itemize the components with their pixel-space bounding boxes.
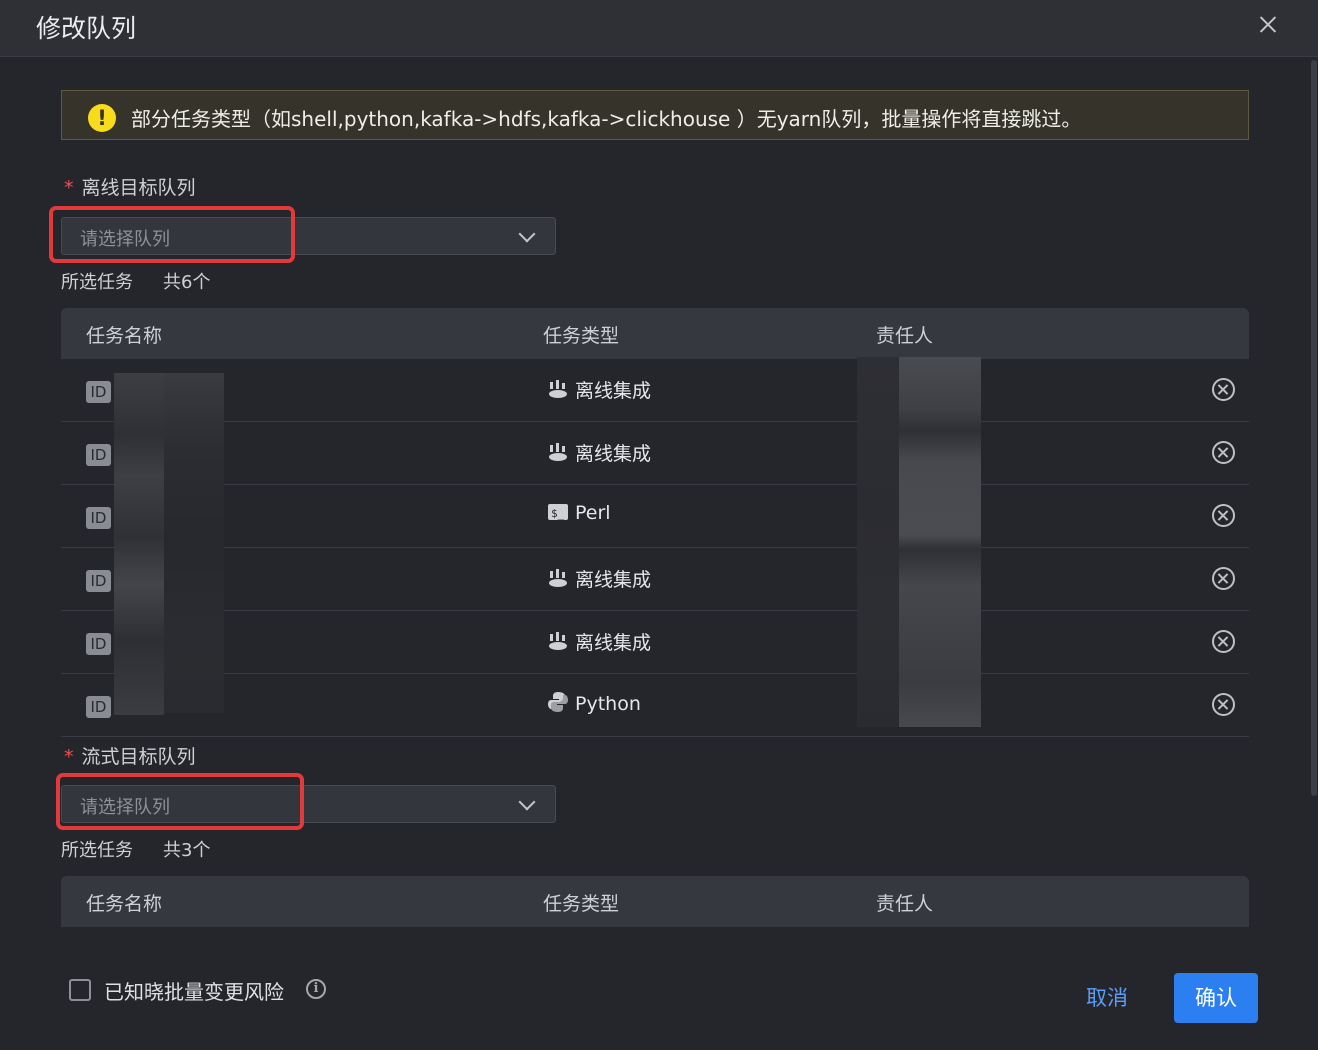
id-badge: ID: [86, 633, 111, 655]
table-row: ID 离线集成: [61, 422, 1249, 485]
warning-alert: ! 部分任务类型（如shell,python,kafka->hdfs,kafka…: [61, 90, 1249, 140]
offline-integration-icon: [549, 632, 567, 650]
task-type: 离线集成: [547, 565, 651, 592]
offline-queue-select[interactable]: 请选择队列: [61, 217, 556, 255]
alert-text: 部分任务类型（如shell,python,kafka->hdfs,kafka->…: [131, 107, 1082, 131]
remove-icon[interactable]: [1212, 378, 1235, 401]
remove-icon[interactable]: [1212, 693, 1235, 716]
dialog-header: 修改队列: [0, 0, 1318, 57]
id-badge: ID: [86, 444, 111, 466]
task-type: 离线集成: [547, 376, 651, 403]
required-mark: *: [64, 177, 74, 199]
column-task-type: 任务类型: [543, 325, 620, 347]
id-badge: ID: [86, 696, 111, 718]
warning-icon: !: [88, 104, 116, 132]
offline-integration-icon: [549, 569, 567, 587]
confirm-button[interactable]: 确认: [1174, 973, 1258, 1023]
streaming-queue-label: * 流式目标队列: [64, 746, 196, 768]
svg-text:$_: $_: [551, 507, 565, 520]
task-type: Python: [547, 691, 641, 715]
streaming-queue-placeholder: 请选择队列: [80, 797, 170, 818]
remove-icon[interactable]: [1212, 504, 1235, 527]
column-task-name: 任务名称: [86, 325, 163, 347]
task-type: 离线集成: [547, 628, 651, 655]
redacted-owners: [899, 357, 981, 727]
streaming-table-header: 任务名称 任务类型 责任人: [61, 876, 1249, 927]
column-owner: 责任人: [876, 893, 934, 915]
column-task-name: 任务名称: [86, 893, 163, 915]
offline-integration-icon: [549, 443, 567, 461]
table-row: ID $_ Perl: [61, 485, 1249, 548]
cancel-button[interactable]: 取消: [1070, 973, 1144, 1023]
streaming-queue-select[interactable]: 请选择队列: [61, 785, 556, 823]
redacted-task-names: [114, 373, 164, 715]
id-badge: ID: [86, 507, 111, 529]
redacted-owners: [857, 357, 899, 727]
chevron-down-icon: [518, 793, 536, 811]
table-row: ID 离线集成: [61, 611, 1249, 674]
info-icon[interactable]: i: [306, 979, 326, 999]
python-icon: [548, 692, 568, 712]
offline-queue-label: * 离线目标队列: [64, 177, 196, 199]
risk-ack-label: 已知晓批量变更风险: [104, 980, 284, 1004]
offline-integration-icon: [549, 380, 567, 398]
risk-ack-checkbox[interactable]: [69, 979, 91, 1001]
close-icon[interactable]: [1254, 11, 1282, 39]
remove-icon[interactable]: [1212, 441, 1235, 464]
required-mark: *: [64, 746, 74, 768]
table-row: ID 离线集成: [61, 548, 1249, 611]
column-owner: 责任人: [876, 325, 934, 347]
table-row: ID 离线集成: [61, 359, 1249, 422]
task-type: 离线集成: [547, 439, 651, 466]
remove-icon[interactable]: [1212, 630, 1235, 653]
chevron-down-icon: [518, 225, 536, 243]
streaming-task-summary: 所选任务 共3个: [61, 840, 211, 861]
terminal-icon: $_: [548, 504, 568, 520]
scrollbar[interactable]: [1311, 60, 1317, 796]
id-badge: ID: [86, 381, 111, 403]
offline-table-header: 任务名称 任务类型 责任人: [61, 308, 1249, 359]
redacted-task-names: [164, 373, 224, 713]
id-badge: ID: [86, 570, 111, 592]
remove-icon[interactable]: [1212, 567, 1235, 590]
task-type: $_ Perl: [547, 502, 611, 524]
offline-queue-placeholder: 请选择队列: [80, 229, 170, 250]
table-row: ID Python: [61, 674, 1249, 737]
dialog-title: 修改队列: [36, 14, 137, 43]
column-task-type: 任务类型: [543, 893, 620, 915]
offline-task-summary: 所选任务 共6个: [61, 272, 211, 293]
